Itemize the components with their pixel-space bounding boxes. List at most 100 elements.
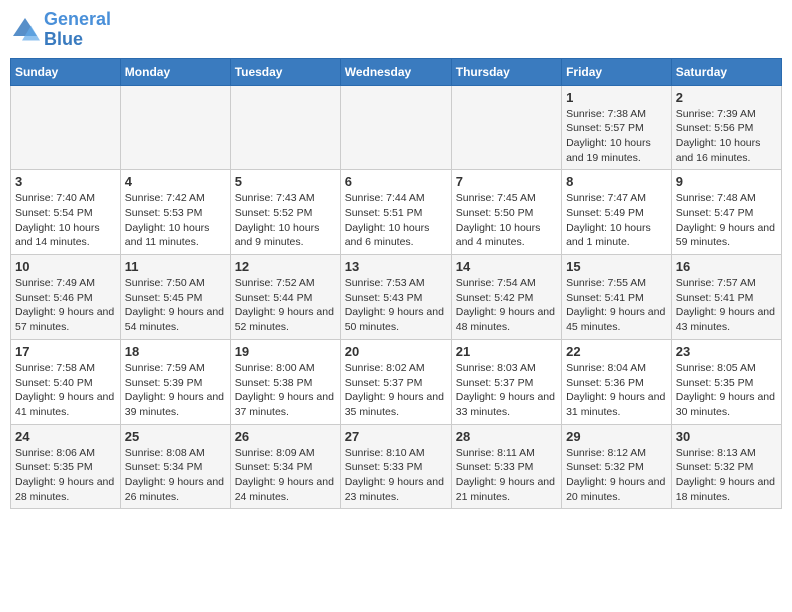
- calendar-cell: 29 Sunrise: 8:12 AM Sunset: 5:32 PM Dayli…: [562, 424, 672, 509]
- day-info: Sunrise: 7:42 AM Sunset: 5:53 PM Dayligh…: [125, 191, 226, 250]
- weekday-header: Friday: [562, 58, 672, 85]
- calendar-cell: 10 Sunrise: 7:49 AM Sunset: 5:46 PM Dayli…: [11, 255, 121, 340]
- day-number: 25: [125, 429, 226, 444]
- day-info: Sunrise: 7:47 AM Sunset: 5:49 PM Dayligh…: [566, 191, 667, 250]
- day-number: 20: [345, 344, 447, 359]
- calendar-cell: 7Sunrise: 7:45 AM Sunset: 5:50 PM Daylig…: [451, 170, 561, 255]
- calendar-cell: 17 Sunrise: 7:58 AM Sunset: 5:40 PM Dayli…: [11, 339, 121, 424]
- day-info: Sunrise: 7:49 AM Sunset: 5:46 PM Dayligh…: [15, 276, 116, 335]
- logo-text: General Blue: [44, 10, 111, 50]
- calendar-cell: 16 Sunrise: 7:57 AM Sunset: 5:41 PM Dayli…: [671, 255, 781, 340]
- day-info: Sunrise: 8:09 AM Sunset: 5:34 PM Dayligh…: [235, 446, 336, 505]
- calendar-cell: [120, 85, 230, 170]
- day-number: 16: [676, 259, 777, 274]
- day-info: Sunrise: 7:43 AM Sunset: 5:52 PM Dayligh…: [235, 191, 336, 250]
- day-number: 18: [125, 344, 226, 359]
- weekday-header: Tuesday: [230, 58, 340, 85]
- day-number: 6: [345, 174, 447, 189]
- day-info: Sunrise: 8:06 AM Sunset: 5:35 PM Dayligh…: [15, 446, 116, 505]
- page-header: General Blue: [10, 10, 782, 50]
- day-number: 12: [235, 259, 336, 274]
- day-info: Sunrise: 7:58 AM Sunset: 5:40 PM Dayligh…: [15, 361, 116, 420]
- calendar-cell: 26 Sunrise: 8:09 AM Sunset: 5:34 PM Dayli…: [230, 424, 340, 509]
- day-number: 8: [566, 174, 667, 189]
- day-number: 27: [345, 429, 447, 444]
- calendar-cell: 21 Sunrise: 8:03 AM Sunset: 5:37 PM Dayli…: [451, 339, 561, 424]
- day-info: Sunrise: 7:44 AM Sunset: 5:51 PM Dayligh…: [345, 191, 447, 250]
- calendar-cell: 18 Sunrise: 7:59 AM Sunset: 5:39 PM Dayli…: [120, 339, 230, 424]
- calendar-cell: 19 Sunrise: 8:00 AM Sunset: 5:38 PM Dayli…: [230, 339, 340, 424]
- day-number: 29: [566, 429, 667, 444]
- calendar-header: SundayMondayTuesdayWednesdayThursdayFrid…: [11, 58, 782, 85]
- day-info: Sunrise: 8:13 AM Sunset: 5:32 PM Dayligh…: [676, 446, 777, 505]
- weekday-header: Wednesday: [340, 58, 451, 85]
- day-info: Sunrise: 8:00 AM Sunset: 5:38 PM Dayligh…: [235, 361, 336, 420]
- weekday-header: Thursday: [451, 58, 561, 85]
- calendar-cell: [340, 85, 451, 170]
- day-number: 24: [15, 429, 116, 444]
- calendar-cell: 4 Sunrise: 7:42 AM Sunset: 5:53 PM Daylig…: [120, 170, 230, 255]
- day-number: 5: [235, 174, 336, 189]
- calendar-cell: [451, 85, 561, 170]
- calendar-cell: 12Sunrise: 7:52 AM Sunset: 5:44 PM Dayli…: [230, 255, 340, 340]
- day-number: 22: [566, 344, 667, 359]
- calendar-cell: 27 Sunrise: 8:10 AM Sunset: 5:33 PM Dayli…: [340, 424, 451, 509]
- calendar-cell: 20 Sunrise: 8:02 AM Sunset: 5:37 PM Dayli…: [340, 339, 451, 424]
- day-number: 28: [456, 429, 557, 444]
- day-number: 21: [456, 344, 557, 359]
- day-info: Sunrise: 8:05 AM Sunset: 5:35 PM Dayligh…: [676, 361, 777, 420]
- day-info: Sunrise: 7:55 AM Sunset: 5:41 PM Dayligh…: [566, 276, 667, 335]
- calendar-cell: [230, 85, 340, 170]
- calendar-cell: 6 Sunrise: 7:44 AM Sunset: 5:51 PM Daylig…: [340, 170, 451, 255]
- day-number: 19: [235, 344, 336, 359]
- calendar-cell: 14 Sunrise: 7:54 AM Sunset: 5:42 PM Dayli…: [451, 255, 561, 340]
- day-number: 2: [676, 90, 777, 105]
- calendar-week: 24 Sunrise: 8:06 AM Sunset: 5:35 PM Dayli…: [11, 424, 782, 509]
- logo-icon: [10, 15, 40, 45]
- day-info: Sunrise: 8:04 AM Sunset: 5:36 PM Dayligh…: [566, 361, 667, 420]
- day-info: Sunrise: 8:10 AM Sunset: 5:33 PM Dayligh…: [345, 446, 447, 505]
- calendar-cell: 30Sunrise: 8:13 AM Sunset: 5:32 PM Dayli…: [671, 424, 781, 509]
- day-info: Sunrise: 7:40 AM Sunset: 5:54 PM Dayligh…: [15, 191, 116, 250]
- day-number: 13: [345, 259, 447, 274]
- day-info: Sunrise: 8:11 AM Sunset: 5:33 PM Dayligh…: [456, 446, 557, 505]
- weekday-header: Sunday: [11, 58, 121, 85]
- calendar-cell: 28 Sunrise: 8:11 AM Sunset: 5:33 PM Dayli…: [451, 424, 561, 509]
- calendar-week: 17 Sunrise: 7:58 AM Sunset: 5:40 PM Dayli…: [11, 339, 782, 424]
- day-info: Sunrise: 7:53 AM Sunset: 5:43 PM Dayligh…: [345, 276, 447, 335]
- day-number: 4: [125, 174, 226, 189]
- calendar-cell: 1Sunrise: 7:38 AM Sunset: 5:57 PM Daylig…: [562, 85, 672, 170]
- day-number: 10: [15, 259, 116, 274]
- calendar-cell: 5 Sunrise: 7:43 AM Sunset: 5:52 PM Daylig…: [230, 170, 340, 255]
- day-number: 17: [15, 344, 116, 359]
- day-info: Sunrise: 7:45 AM Sunset: 5:50 PM Dayligh…: [456, 191, 557, 250]
- calendar-week: 3 Sunrise: 7:40 AM Sunset: 5:54 PM Daylig…: [11, 170, 782, 255]
- calendar-cell: 22 Sunrise: 8:04 AM Sunset: 5:36 PM Dayli…: [562, 339, 672, 424]
- day-info: Sunrise: 8:02 AM Sunset: 5:37 PM Dayligh…: [345, 361, 447, 420]
- calendar-cell: 24 Sunrise: 8:06 AM Sunset: 5:35 PM Dayli…: [11, 424, 121, 509]
- day-info: Sunrise: 7:54 AM Sunset: 5:42 PM Dayligh…: [456, 276, 557, 335]
- weekday-header: Monday: [120, 58, 230, 85]
- day-info: Sunrise: 7:39 AM Sunset: 5:56 PM Dayligh…: [676, 107, 777, 166]
- day-number: 14: [456, 259, 557, 274]
- logo: General Blue: [10, 10, 111, 50]
- day-info: Sunrise: 7:57 AM Sunset: 5:41 PM Dayligh…: [676, 276, 777, 335]
- calendar-cell: 2 Sunrise: 7:39 AM Sunset: 5:56 PM Daylig…: [671, 85, 781, 170]
- day-info: Sunrise: 7:48 AM Sunset: 5:47 PM Dayligh…: [676, 191, 777, 250]
- day-info: Sunrise: 8:03 AM Sunset: 5:37 PM Dayligh…: [456, 361, 557, 420]
- calendar-cell: 9 Sunrise: 7:48 AM Sunset: 5:47 PM Daylig…: [671, 170, 781, 255]
- calendar-week: 10 Sunrise: 7:49 AM Sunset: 5:46 PM Dayli…: [11, 255, 782, 340]
- calendar-week: 1Sunrise: 7:38 AM Sunset: 5:57 PM Daylig…: [11, 85, 782, 170]
- day-number: 3: [15, 174, 116, 189]
- calendar-cell: [11, 85, 121, 170]
- day-number: 26: [235, 429, 336, 444]
- calendar-cell: 25 Sunrise: 8:08 AM Sunset: 5:34 PM Dayli…: [120, 424, 230, 509]
- day-number: 1: [566, 90, 667, 105]
- day-info: Sunrise: 7:59 AM Sunset: 5:39 PM Dayligh…: [125, 361, 226, 420]
- calendar-table: SundayMondayTuesdayWednesdayThursdayFrid…: [10, 58, 782, 510]
- calendar-cell: 13 Sunrise: 7:53 AM Sunset: 5:43 PM Dayli…: [340, 255, 451, 340]
- day-info: Sunrise: 8:08 AM Sunset: 5:34 PM Dayligh…: [125, 446, 226, 505]
- day-number: 9: [676, 174, 777, 189]
- day-info: Sunrise: 8:12 AM Sunset: 5:32 PM Dayligh…: [566, 446, 667, 505]
- day-number: 23: [676, 344, 777, 359]
